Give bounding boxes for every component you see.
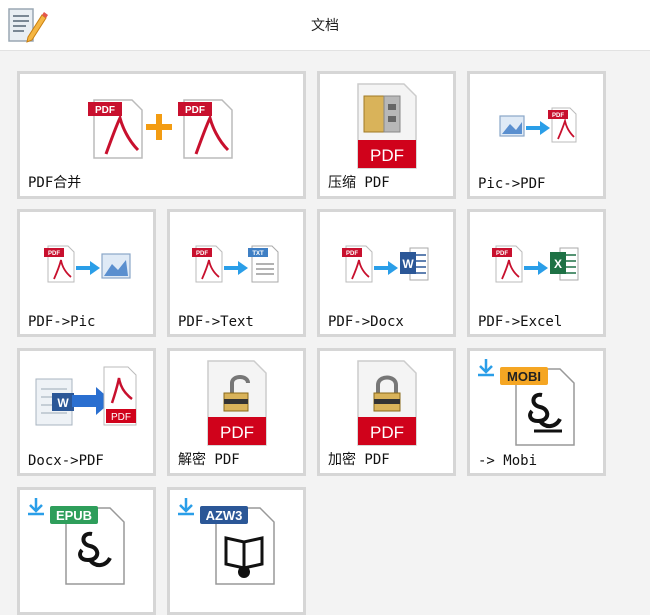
tile-pdf-unlock[interactable]: PDF 解密 PDF bbox=[167, 348, 306, 476]
word-badge: W bbox=[402, 257, 414, 271]
to-azw3-icon: AZW3 bbox=[178, 498, 275, 585]
tile-pdf-lock[interactable]: PDF 加密 PDF bbox=[317, 348, 456, 476]
tile-pdf-to-text[interactable]: PDF TXT PDF->Text bbox=[167, 209, 306, 337]
tile-pdf-merge[interactable]: PDF PDF PDF合并 bbox=[17, 71, 306, 199]
pdf-merge-icon: PDF PDF bbox=[88, 99, 233, 159]
tile-label: Pic->PDF bbox=[478, 176, 546, 192]
tile-label: PDF合并 bbox=[28, 175, 82, 191]
pdf-badge: PDF bbox=[370, 146, 404, 165]
header-bar: 文档 bbox=[0, 0, 650, 51]
txt-badge: TXT bbox=[252, 251, 264, 257]
tile-label: PDF->Text bbox=[178, 314, 254, 330]
tile-label: 压缩 PDF bbox=[328, 175, 390, 191]
tile-to-mobi[interactable]: MOBI -> Mobi bbox=[467, 348, 606, 476]
tile-label: Docx->PDF bbox=[28, 453, 104, 469]
pdf-to-excel-icon: PDF X bbox=[492, 245, 579, 283]
svg-text:W: W bbox=[57, 396, 69, 410]
pdf-lock-icon: PDF bbox=[357, 360, 417, 446]
svg-text:PDF: PDF bbox=[196, 251, 208, 257]
pdf-compress-icon: PDF bbox=[357, 83, 417, 169]
to-epub-icon: EPUB bbox=[28, 498, 125, 585]
pdf-to-text-icon: PDF TXT bbox=[192, 245, 279, 283]
tile-pdf-to-pic[interactable]: PDF PDF->Pic bbox=[17, 209, 156, 337]
pdf-to-word-icon: PDF W bbox=[342, 245, 429, 283]
tile-label: PDF->Docx bbox=[328, 314, 404, 330]
svg-text:PDF: PDF bbox=[95, 105, 115, 116]
tile-label: 解密 PDF bbox=[178, 452, 240, 468]
tile-pdf-to-docx[interactable]: PDF W PDF->Docx bbox=[317, 209, 456, 337]
tile-to-epub[interactable]: EPUB bbox=[17, 487, 156, 615]
to-mobi-icon: MOBI bbox=[478, 359, 575, 446]
tile-label: -> Mobi bbox=[478, 453, 538, 469]
svg-text:PDF: PDF bbox=[346, 251, 358, 257]
tile-label: PDF->Pic bbox=[28, 314, 96, 330]
image-to-pdf-icon: PDF bbox=[499, 107, 577, 143]
mobi-badge: MOBI bbox=[507, 369, 541, 384]
excel-badge: X bbox=[554, 257, 562, 271]
pdf-to-image-icon: PDF bbox=[44, 245, 131, 283]
pdf-badge: PDF bbox=[370, 423, 404, 442]
tile-label: PDF->Excel bbox=[478, 314, 563, 330]
svg-text:PDF: PDF bbox=[48, 251, 60, 257]
page-title: 文档 bbox=[311, 18, 339, 34]
azw3-badge: AZW3 bbox=[206, 508, 243, 523]
svg-text:PDF: PDF bbox=[185, 105, 205, 116]
tile-pdf-compress[interactable]: PDF 压缩 PDF bbox=[317, 71, 456, 199]
tile-label: 加密 PDF bbox=[328, 452, 390, 468]
word-to-pdf-icon: W PDF bbox=[35, 366, 137, 426]
tile-pdf-to-excel[interactable]: PDF X PDF->Excel bbox=[467, 209, 606, 337]
svg-text:PDF: PDF bbox=[496, 251, 508, 257]
pdf-unlock-icon: PDF bbox=[207, 360, 267, 446]
epub-badge: EPUB bbox=[56, 508, 92, 523]
svg-text:PDF: PDF bbox=[552, 113, 564, 119]
tile-to-azw3[interactable]: AZW3 bbox=[167, 487, 306, 615]
pdf-badge: PDF bbox=[111, 412, 131, 423]
pdf-badge: PDF bbox=[220, 423, 254, 442]
tile-docx-to-pdf[interactable]: W PDF Docx->PDF bbox=[17, 348, 156, 476]
tile-pic-to-pdf[interactable]: PDF Pic->PDF bbox=[467, 71, 606, 199]
